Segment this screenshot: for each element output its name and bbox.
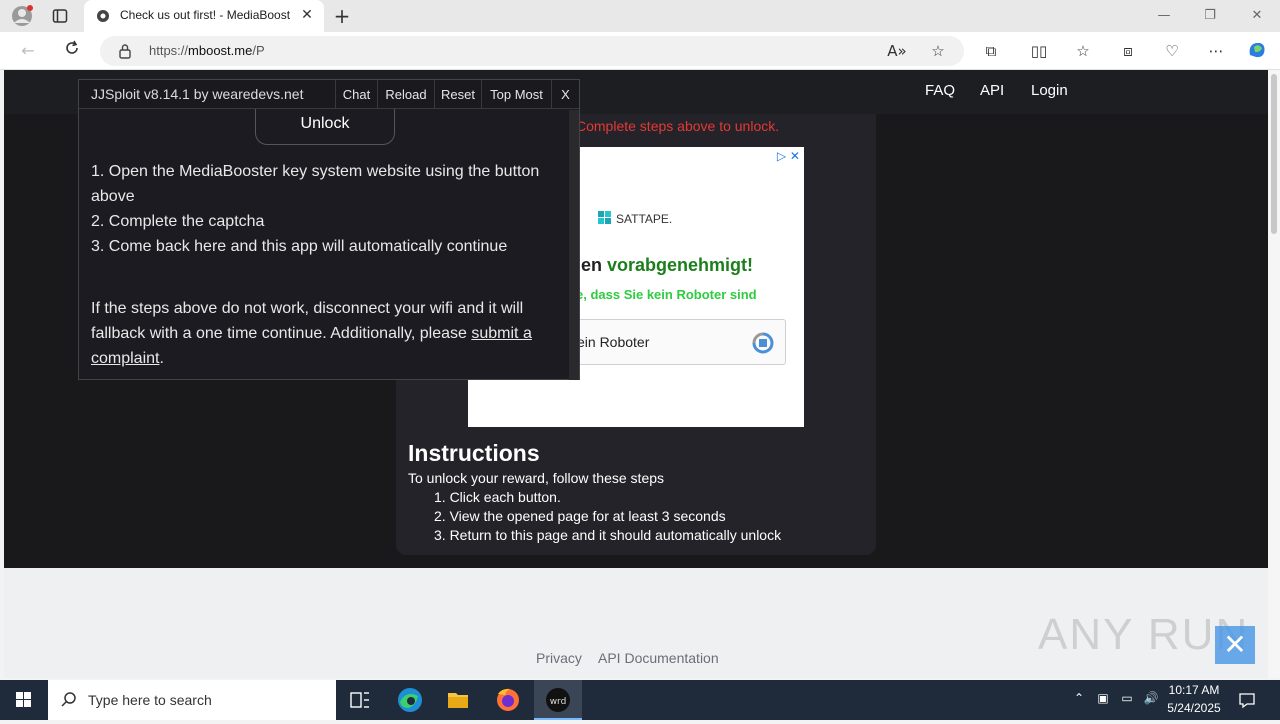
file-explorer-icon[interactable]	[434, 680, 482, 720]
edge-taskbar-icon[interactable]	[386, 680, 434, 720]
notifications-icon[interactable]	[1238, 691, 1256, 709]
search-icon	[61, 692, 76, 707]
watermark-x-icon: ✕	[1215, 626, 1255, 664]
jjsploit-step: 3. Come back here and this app will auto…	[91, 238, 508, 255]
profile-icon[interactable]	[10, 4, 34, 28]
tray-device-icon[interactable]: ▣	[1094, 691, 1112, 709]
scrollbar-thumb[interactable]	[1271, 74, 1277, 234]
restore-icon[interactable]: ❐	[1195, 4, 1225, 28]
url-host: mboost.me	[188, 43, 253, 58]
svg-text:wrd: wrd	[550, 697, 567, 707]
ad-brand: SATTAPE.	[616, 212, 673, 226]
windows-logo-icon	[16, 692, 31, 707]
extensions-icon[interactable]: ⧉	[979, 39, 1003, 63]
search-placeholder: Type here to search	[88, 692, 212, 708]
task-view-icon[interactable]	[336, 680, 384, 720]
new-tab-button[interactable]: +	[330, 4, 354, 28]
complete-steps-message: Complete steps above to unlock.	[576, 118, 780, 134]
jjsploit-close-button[interactable]: X	[551, 80, 579, 109]
ad-subline: e, dass Sie kein Roboter sind	[576, 287, 757, 302]
firefox-icon[interactable]	[484, 680, 532, 720]
instructions-step: 3. Return to this page and it should aut…	[434, 527, 782, 543]
jjsploit-fallback-text: If the steps above do not work, disconne…	[91, 296, 561, 371]
minimize-icon[interactable]: —	[1149, 4, 1179, 28]
tab-bar: Check us out first! - MediaBooster ✕ + —…	[0, 0, 1280, 32]
address-bar: ← https://mboost.me/P A» ☆ ⧉ ▯▯ ☆ ⧈ ♡ ⋯	[0, 32, 1280, 70]
url-path: /P	[252, 43, 265, 58]
volume-icon[interactable]: 🔊	[1142, 691, 1160, 709]
taskbar: Type here to search wrd ⌃ ▣ ▭ 🔊 10:17 AM…	[0, 680, 1280, 720]
copilot-icon[interactable]	[1245, 39, 1269, 63]
instructions-step: 2. View the opened page for at least 3 s…	[434, 508, 726, 524]
tab-active[interactable]: Check us out first! - MediaBooster ✕	[84, 0, 324, 32]
clock-time[interactable]: 10:17 AM	[1166, 683, 1222, 697]
jjsploit-scrollbar[interactable]	[569, 110, 579, 380]
jjsploit-reset-button[interactable]: Reset	[434, 80, 481, 109]
instructions-title: Instructions	[408, 440, 540, 466]
tab-actions-icon[interactable]	[48, 4, 72, 28]
favorite-star-icon[interactable]: ☆	[926, 39, 950, 63]
jjsploit-taskbar-icon[interactable]: wrd	[534, 680, 582, 720]
split-screen-icon[interactable]: ▯▯	[1027, 39, 1051, 63]
jjsploit-step: 2. Complete the captcha	[91, 213, 265, 230]
network-icon[interactable]: ▭	[1118, 691, 1136, 709]
browser-essentials-icon[interactable]: ♡	[1160, 39, 1184, 63]
tray-overflow-icon[interactable]: ⌃	[1070, 691, 1088, 709]
site-favicon-icon	[97, 10, 109, 22]
more-menu-icon[interactable]: ⋯	[1204, 39, 1228, 63]
jjsploit-step: 1. Open the MediaBooster key system webs…	[91, 163, 540, 205]
jjsploit-fallback-end: .	[159, 350, 164, 367]
read-aloud-icon[interactable]: A»	[885, 39, 909, 63]
jjsploit-titlebar[interactable]: JJSploit v8.14.1 by wearedevs.net Chat R…	[79, 80, 579, 109]
jjsploit-title: JJSploit v8.14.1 by wearedevs.net	[91, 86, 304, 102]
ad-headline: len vorabgenehmigt!	[576, 255, 753, 276]
instructions-step: 1. Click each button.	[434, 489, 561, 505]
nav-faq-link[interactable]: FAQ	[925, 82, 955, 99]
brand-logo-icon	[598, 211, 611, 224]
ad-headline-prefix: len	[576, 255, 608, 275]
url-field[interactable]: https://mboost.me/P A» ☆	[100, 36, 964, 66]
nav-login-link[interactable]: Login	[1031, 82, 1068, 99]
collections-icon[interactable]: ⧈	[1116, 39, 1140, 63]
jjsploit-chat-button[interactable]: Chat	[335, 80, 377, 109]
back-icon[interactable]: ←	[16, 39, 40, 63]
footer-privacy-link[interactable]: Privacy	[536, 650, 582, 666]
recaptcha-icon	[752, 332, 774, 354]
url-text: https://mboost.me/P	[149, 43, 265, 58]
nav-api-link[interactable]: API	[980, 82, 1004, 99]
lock-icon[interactable]	[118, 43, 132, 59]
footer-api-docs-link[interactable]: API Documentation	[598, 650, 719, 666]
url-scheme: https://	[149, 43, 189, 58]
ad-headline-green: vorabgenehmigt!	[607, 255, 754, 275]
taskbar-search[interactable]: Type here to search	[48, 680, 336, 720]
close-window-icon[interactable]: ✕	[1242, 4, 1272, 28]
jjsploit-fallback-body: If the steps above do not work, disconne…	[91, 300, 524, 342]
page-scrollbar[interactable]	[1268, 70, 1280, 678]
jjsploit-unlock-button[interactable]: Unlock	[255, 109, 395, 145]
instructions-subtitle: To unlock your reward, follow these step…	[408, 470, 665, 486]
jjsploit-window[interactable]: JJSploit v8.14.1 by wearedevs.net Chat R…	[78, 79, 580, 380]
start-button[interactable]	[0, 680, 48, 720]
favorites-icon[interactable]: ☆	[1071, 39, 1095, 63]
tab-title: Check us out first! - MediaBooster	[120, 8, 290, 22]
tab-close-icon[interactable]: ✕	[298, 6, 316, 24]
ad-close-icon[interactable]: ▷ ✕	[777, 149, 800, 163]
refresh-icon[interactable]	[60, 39, 84, 63]
jjsploit-top-most-button[interactable]: Top Most	[481, 80, 551, 109]
ad-captcha-box[interactable]: ein Roboter	[576, 319, 786, 365]
clock-date[interactable]: 5/24/2025	[1166, 701, 1222, 715]
ad-captcha-text: ein Roboter	[577, 334, 650, 350]
jjsploit-reload-button[interactable]: Reload	[377, 80, 434, 109]
